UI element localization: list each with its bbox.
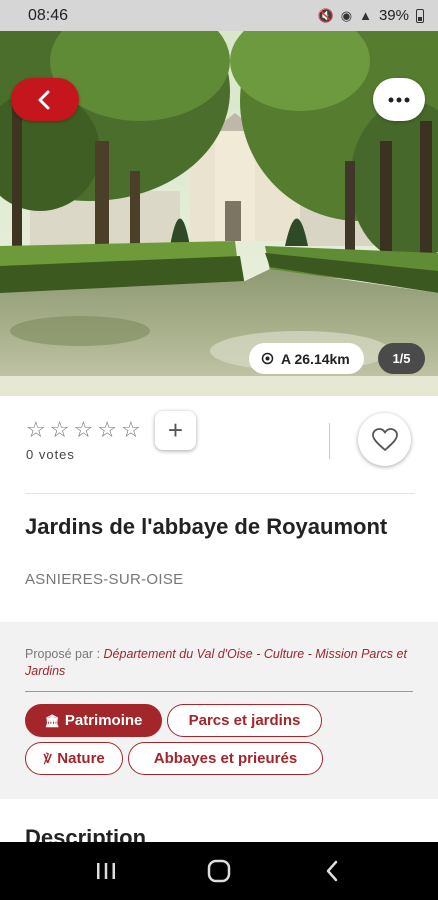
distance-badge[interactable]: A 26.14km [249,343,364,374]
back-nav-button[interactable] [312,851,352,891]
tag-parcs-et-jardins[interactable]: Parcs et jardins [167,704,322,737]
star-icon[interactable]: ☆ [73,419,93,441]
location-icon: ◉ [340,7,353,23]
votes-count: 0 votes [26,447,75,462]
section-divider [25,493,415,494]
status-time: 08:46 [28,6,69,24]
tag-label: Parcs et jardins [188,712,301,729]
hero-photo[interactable] [0,31,438,396]
status-bar: 08:46 🔇 ◉ ▲ 39% [0,0,438,31]
add-rating-button[interactable]: + [155,411,196,450]
info-divider [25,691,413,692]
tag-label: Nature [57,750,105,767]
target-icon [261,352,274,365]
plant-icon: ℣ [43,751,53,766]
recents-icon [97,863,116,879]
status-icons: 🔇 ◉ ▲ 39% [318,7,424,24]
star-icon[interactable]: ☆ [121,419,141,441]
mute-icon: 🔇 [317,7,334,23]
home-icon [207,859,231,883]
favorite-button[interactable] [358,413,411,466]
tag-patrimoine[interactable]: 🏛 Patrimoine [25,704,162,737]
more-dots-icon [388,97,410,102]
back-arrow-icon [326,860,337,882]
home-button[interactable] [199,851,239,891]
back-button[interactable] [11,78,79,121]
distance-text: A 26.14km [281,350,350,367]
vertical-divider [329,423,330,459]
star-icon[interactable]: ☆ [26,419,46,441]
battery-icon [416,8,424,23]
tag-nature[interactable]: ℣ Nature [25,742,123,775]
rating-section: ☆ ☆ ☆ ☆ ☆ 0 votes + [0,396,438,494]
proposed-by-label: Proposé par : [25,647,104,661]
heart-icon [371,427,398,451]
proposed-by: Proposé par : Département du Val d'Oise … [25,646,410,680]
signal-icon: ▲ [359,8,372,23]
star-icon[interactable]: ☆ [97,419,117,441]
info-section: Proposé par : Département du Val d'Oise … [0,622,438,799]
more-options-button[interactable] [373,78,425,121]
rating-stars[interactable]: ☆ ☆ ☆ ☆ ☆ [26,419,141,441]
tag-label: Abbayes et prieurés [153,750,298,767]
monument-icon: 🏛 [44,713,60,728]
system-nav-bar [0,842,438,900]
photo-counter: 1/5 [378,343,425,374]
battery-percent: 39% [378,7,409,24]
tag-label: Patrimoine [64,712,143,729]
place-city: ASNIERES-SUR-OISE [25,571,184,588]
page-title: Jardins de l'abbaye de Royaumont [25,514,388,539]
chevron-left-icon [38,90,50,109]
tag-abbayes-et-prieures[interactable]: Abbayes et prieurés [128,742,323,775]
recent-apps-button[interactable] [86,851,126,891]
star-icon[interactable]: ☆ [50,419,70,441]
plus-icon: + [167,415,184,445]
